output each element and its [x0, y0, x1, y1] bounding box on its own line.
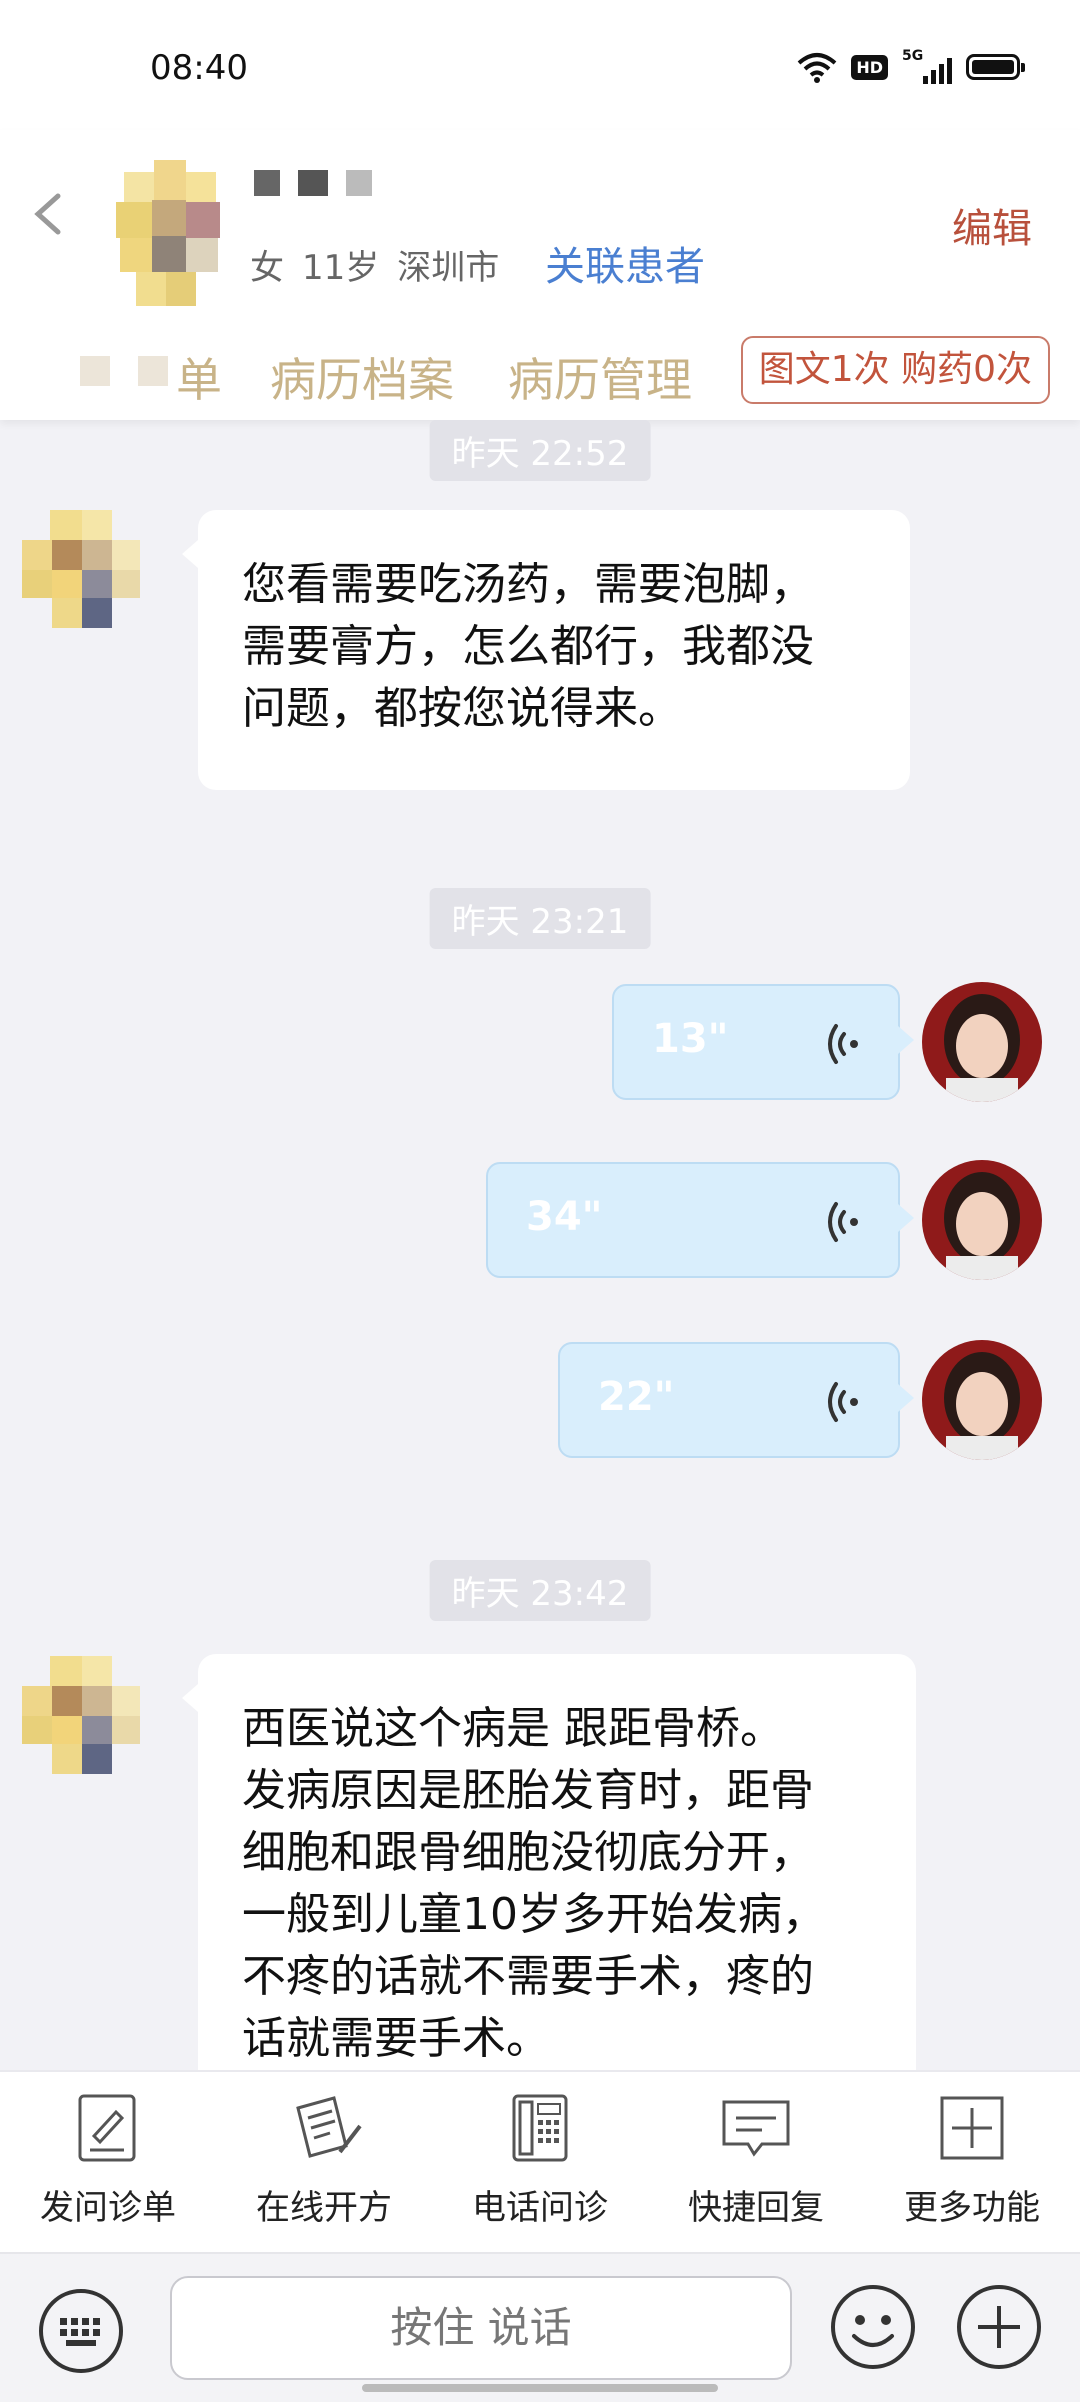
message-line: 需要膏方，怎么都行，我都没 — [242, 621, 814, 672]
tool-label: 更多功能 — [904, 2188, 1040, 2228]
sender-avatar[interactable] — [22, 1656, 140, 1774]
voice-duration: 22" — [598, 1374, 675, 1420]
more-plus-icon — [940, 2096, 1004, 2160]
voice-wave-icon — [828, 1202, 858, 1242]
message-line: 西医说这个病是 跟距骨桥。 — [242, 1703, 784, 1754]
sender-avatar[interactable] — [22, 510, 140, 628]
input-bar: 按住 说话 — [0, 2252, 1080, 2402]
message-line: 话就需要手术。 — [242, 2013, 550, 2064]
hold-to-talk-button[interactable]: 按住 说话 — [170, 2276, 792, 2380]
chat-header: 女 11岁 深圳市 关联患者 编辑 单 病历档案 病历管理 图文1次 购药0次 — [0, 130, 1080, 420]
back-icon[interactable] — [30, 192, 66, 236]
form-edit-icon — [78, 2094, 136, 2162]
patient-name-masked — [254, 170, 372, 196]
message-line: 发病原因是胚胎发育时，距骨 — [242, 1765, 814, 1816]
tab-medical-records[interactable]: 病历档案 — [270, 344, 454, 410]
doctor-avatar[interactable] — [922, 1340, 1042, 1460]
tool-more-button[interactable]: 更多功能 — [864, 2092, 1080, 2229]
voice-wave-icon — [828, 1024, 858, 1064]
timestamp: 昨天 23:42 — [429, 1560, 651, 1621]
message-bubble-incoming[interactable]: 您看需要吃汤药，需要泡脚， 需要膏方，怎么都行，我都没 问题，都按您说得来。 — [182, 510, 910, 790]
tool-questionnaire-button[interactable]: 发问诊单 — [0, 2092, 216, 2229]
tool-label: 快捷回复 — [688, 2188, 824, 2228]
service-count-badge[interactable]: 图文1次 购药0次 — [740, 336, 1050, 404]
patient-city: 深圳市 — [397, 248, 500, 288]
status-time: 08:40 — [150, 48, 248, 88]
message-bubble-incoming[interactable]: 西医说这个病是 跟距骨桥。 发病原因是胚胎发育时，距骨 细胞和跟骨细胞没彻底分开… — [182, 1654, 916, 2070]
wifi-icon — [798, 53, 837, 83]
emoji-icon[interactable] — [828, 2282, 918, 2372]
link-patient-button[interactable]: 关联患者 — [545, 234, 705, 292]
chat-messages[interactable]: 昨天 22:52 您看需要吃汤药，需要泡脚， 需要膏方，怎么都行，我都没 问题，… — [0, 420, 1080, 2070]
patient-info: 女 11岁 深圳市 — [250, 240, 517, 289]
hd-icon: HD — [851, 54, 888, 80]
tool-label: 发问诊单 — [40, 2188, 176, 2228]
doctor-avatar[interactable] — [922, 982, 1042, 1102]
status-bar: 08:40 HD 5G — [0, 0, 1080, 130]
voice-duration: 13" — [652, 1016, 729, 1062]
voice-message[interactable]: 13" — [612, 984, 914, 1100]
plus-icon[interactable] — [954, 2282, 1044, 2372]
nav-masked-text — [80, 356, 168, 386]
phone-icon — [512, 2094, 568, 2162]
voice-message[interactable]: 34" — [486, 1162, 914, 1278]
tab-partial[interactable]: 单 — [176, 344, 222, 410]
patient-gender: 女 — [250, 248, 284, 288]
record-nav: 单 病历档案 病历管理 图文1次 购药0次 — [0, 330, 1080, 410]
action-toolbar: 发问诊单 在线开方 电话问诊 快捷回复 更多功能 — [0, 2070, 1080, 2254]
prescription-icon — [296, 2096, 362, 2158]
patient-age: 11岁 — [302, 248, 380, 288]
edit-button[interactable]: 编辑 — [952, 196, 1032, 254]
home-indicator[interactable] — [362, 2384, 718, 2392]
voice-wave-icon — [828, 1382, 858, 1422]
timestamp: 昨天 22:52 — [429, 420, 651, 481]
message-line: 细胞和跟骨细胞没彻底分开， — [242, 1827, 814, 1878]
timestamp: 昨天 23:21 — [429, 888, 651, 949]
tab-record-management[interactable]: 病历管理 — [508, 344, 692, 410]
message-line: 一般到儿童10岁多开始发病， — [242, 1889, 826, 1940]
tool-prescription-button[interactable]: 在线开方 — [216, 2092, 432, 2229]
signal-5g-icon: 5G — [902, 48, 952, 84]
network-label: 5G — [902, 48, 924, 64]
tool-quick-reply-button[interactable]: 快捷回复 — [648, 2092, 864, 2229]
keyboard-icon[interactable] — [36, 2286, 126, 2376]
message-line: 问题，都按您说得来。 — [242, 683, 682, 734]
status-icons: HD 5G — [797, 48, 1025, 84]
message-line: 您看需要吃汤药，需要泡脚， — [242, 559, 814, 610]
patient-avatar[interactable] — [116, 160, 224, 310]
message-line: 不疼的话就不需要手术，疼的 — [242, 1951, 814, 2002]
quick-reply-icon — [722, 2100, 790, 2157]
doctor-avatar[interactable] — [922, 1160, 1042, 1280]
battery-icon — [966, 54, 1025, 80]
tool-phone-consult-button[interactable]: 电话问诊 — [432, 2092, 648, 2229]
voice-duration: 34" — [526, 1194, 603, 1240]
tool-label: 在线开方 — [256, 2188, 392, 2228]
voice-message[interactable]: 22" — [558, 1342, 914, 1458]
tool-label: 电话问诊 — [472, 2188, 608, 2228]
